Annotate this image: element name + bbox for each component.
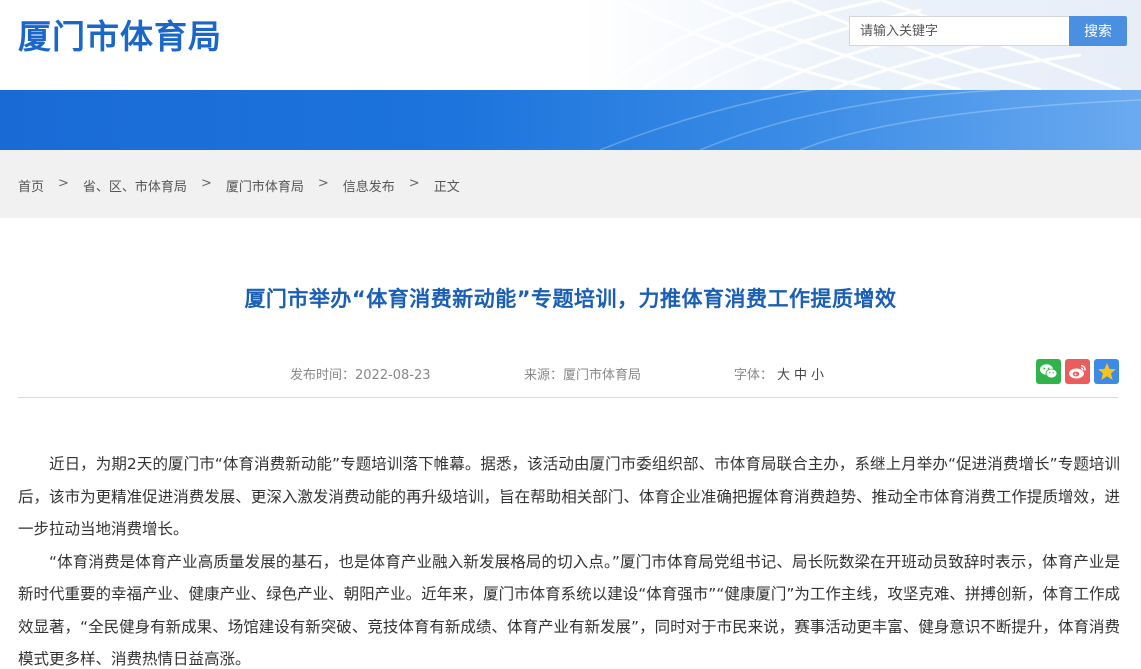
search-button[interactable]: 搜索 [1069,16,1127,46]
article-paragraph: “体育消费是体育产业高质量发展的基石，也是体育产业融入新发展格局的切入点。”厦门… [18,552,1120,669]
site-header: 厦门市体育局 搜索 [0,0,1141,90]
font-size-label: 字体： [734,368,774,383]
meta-divider [18,397,1118,398]
font-size-medium[interactable]: 中 [794,368,807,383]
publish-date-label: 发布时间： [290,368,356,383]
search-input[interactable] [849,16,1069,46]
publish-date-value: 2022-08-23 [355,368,431,383]
publish-date: 发布时间：2022-08-23 [290,364,431,383]
breadcrumb-provincial-bureaus[interactable]: 省、区、市体育局 [83,176,187,195]
qzone-icon[interactable] [1094,359,1119,384]
breadcrumb-news[interactable]: 信息发布 [343,176,395,195]
font-size-small[interactable]: 小 [811,368,824,383]
breadcrumb-bar: 首页 > 省、区、市体育局 > 厦门市体育局 > 信息发布 > 正文 [0,150,1141,218]
site-logo[interactable]: 厦门市体育局 [18,10,222,58]
source-label: 来源： [524,368,564,383]
breadcrumb-separator: > [317,176,329,191]
font-size-large[interactable]: 大 [777,368,790,383]
nav-banner [0,90,1141,150]
breadcrumb-home[interactable]: 首页 [18,176,44,195]
article-body: 近日，为期2天的厦门市“体育消费新动能”专题培训落下帷幕。据悉，该活动由厦门市委… [18,448,1120,669]
wechat-icon[interactable] [1036,359,1061,384]
weibo-icon[interactable] [1065,359,1090,384]
breadcrumb-xiamen-bureau[interactable]: 厦门市体育局 [226,176,304,195]
breadcrumb-separator: > [58,176,69,191]
font-size-control: 字体：大中小 [734,364,824,383]
article-title: 厦门市举办“体育消费新动能”专题培训，力推体育消费工作提质增效 [244,287,897,311]
article-source: 来源：厦门市体育局 [524,364,641,383]
breadcrumb-separator: > [408,176,420,191]
article-paragraph: 近日，为期2天的厦门市“体育消费新动能”专题培训落下帷幕。据悉，该活动由厦门市委… [18,455,1120,538]
breadcrumb-current: 正文 [433,180,460,195]
breadcrumb-separator: > [200,176,212,191]
source-value: 厦门市体育局 [563,368,642,383]
breadcrumb: 首页 > 省、区、市体育局 > 厦门市体育局 > 信息发布 > 正文 [18,176,460,195]
